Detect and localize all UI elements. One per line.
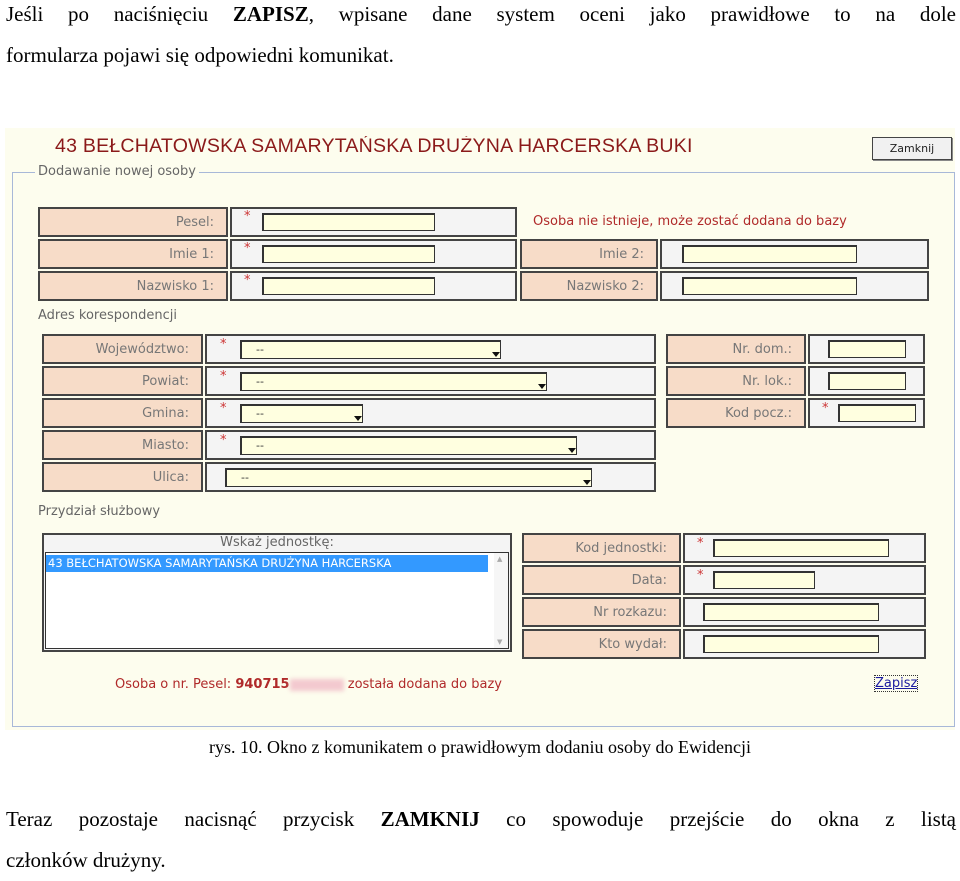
outro-bold: ZAMKNIJ: [380, 807, 480, 831]
save-link[interactable]: Zapisz: [873, 675, 919, 692]
unit-listbox-frame: Wskaż jednostkę: 43 BEŁCHATOWSKA SAMARYT…: [42, 533, 512, 652]
data-input[interactable]: [713, 571, 815, 589]
nazwisko1-label: Nazwisko 1:: [38, 271, 228, 301]
powiat-select[interactable]: --: [240, 372, 547, 391]
kod-pocztowy-label: Kod pocz.:: [666, 398, 806, 428]
nazwisko2-label: Nazwisko 2:: [520, 271, 658, 301]
intro-line-1: Jeśli po naciśnięciu ZAPISZ, wpisane dan…: [6, 0, 956, 35]
kod-pocztowy-input[interactable]: [838, 404, 916, 422]
outro-text-after: co spowoduje przejście do okna z listą: [479, 807, 956, 831]
imie1-input[interactable]: [262, 245, 435, 263]
unit-list-header: Wskaż jednostkę:: [220, 535, 334, 550]
required-marker: *: [244, 273, 251, 288]
pesel-label: Pesel:: [38, 207, 228, 237]
required-marker: *: [697, 568, 704, 583]
nr-dom-label: Nr. dom.:: [666, 334, 806, 364]
fieldset-legend: Dodawanie nowej osoby: [35, 164, 199, 179]
miasto-label: Miasto:: [42, 430, 203, 460]
wojewodztwo-label: Województwo:: [42, 334, 203, 364]
imie2-label: Imie 2:: [520, 239, 658, 269]
app-screenshot: 43 BEŁCHATOWSKA SAMARYTAŃSKA DRUŻYNA HAR…: [5, 128, 955, 730]
redacted-blur: [289, 678, 344, 691]
miasto-select[interactable]: --: [240, 436, 577, 455]
listbox-scrollbar[interactable]: ▲ ▼: [494, 553, 508, 648]
kod-jednostki-label: Kod jednostki:: [522, 533, 681, 563]
imie2-input[interactable]: [682, 245, 857, 263]
gmina-label: Gmina:: [42, 398, 203, 428]
required-marker: *: [220, 369, 227, 384]
kto-wydal-label: Kto wydał:: [522, 629, 681, 659]
nazwisko2-input[interactable]: [682, 277, 857, 295]
required-marker: *: [220, 401, 227, 416]
unit-listbox[interactable]: 43 BEŁCHATOWSKA SAMARYTAŃSKA DRUŻYNA HAR…: [45, 552, 509, 649]
close-button[interactable]: Zamknij: [872, 137, 952, 160]
nr-rozkazu-input[interactable]: [703, 603, 879, 621]
nr-dom-input[interactable]: [828, 340, 906, 358]
nazwisko1-input[interactable]: [262, 277, 435, 295]
message-prefix: Osoba o nr. Pesel:: [115, 677, 236, 692]
message-suffix: została dodana do bazy: [343, 677, 502, 692]
ulica-select[interactable]: --: [225, 468, 592, 487]
gmina-select[interactable]: --: [240, 404, 363, 423]
required-marker: *: [220, 433, 227, 448]
figure-caption: rys. 10. Okno z komunikatem o prawidłowy…: [209, 737, 751, 757]
outro-text: Teraz pozostaje nacisnąć przycisk: [6, 807, 381, 831]
unit-list-item[interactable]: 43 BEŁCHATOWSKA SAMARYTAŃSKA DRUŻYNA HAR…: [46, 555, 488, 572]
nr-lok-input[interactable]: [828, 372, 906, 390]
wojewodztwo-select[interactable]: --: [240, 340, 501, 359]
required-marker: *: [697, 536, 704, 551]
message-pesel: 940715: [235, 677, 290, 692]
nr-lok-label: Nr. lok.:: [666, 366, 806, 396]
intro-bold: ZAPISZ: [232, 2, 309, 26]
required-marker: *: [244, 209, 251, 224]
scroll-up-icon[interactable]: ▲: [497, 555, 502, 563]
ulica-label: Ulica:: [42, 462, 203, 492]
person-status: Osoba nie istnieje, może zostać dodana d…: [533, 214, 847, 229]
nr-rozkazu-label: Nr rozkazu:: [522, 597, 681, 627]
address-section-title: Adres korespondencji: [38, 308, 178, 323]
kto-wydal-input[interactable]: [703, 635, 879, 653]
intro-text-after: , wpisane dane system oceni jako prawidł…: [308, 2, 956, 26]
intro-line-2: formularza pojawi się odpowiedni komunik…: [6, 43, 394, 67]
imie1-label: Imie 1:: [38, 239, 228, 269]
intro-text: Jeśli po naciśnięciu: [6, 2, 233, 26]
outro-line-2: członków drużyny.: [6, 848, 166, 872]
powiat-label: Powiat:: [42, 366, 203, 396]
required-marker: *: [244, 241, 251, 256]
outro-line-1: Teraz pozostaje nacisnąć przycisk ZAMKNI…: [6, 799, 956, 840]
assignment-section-title: Przydział służbowy: [38, 504, 161, 519]
scroll-down-icon[interactable]: ▼: [497, 638, 502, 646]
required-marker: *: [822, 401, 829, 416]
unit-title: 43 BEŁCHATOWSKA SAMARYTAŃSKA DRUŻYNA HAR…: [55, 136, 693, 157]
save-success-message: Osoba o nr. Pesel: 940715 została dodana…: [115, 677, 502, 692]
pesel-input[interactable]: [262, 213, 435, 231]
required-marker: *: [220, 337, 227, 352]
kod-jednostki-input[interactable]: [713, 539, 889, 557]
data-label: Data:: [522, 565, 681, 595]
